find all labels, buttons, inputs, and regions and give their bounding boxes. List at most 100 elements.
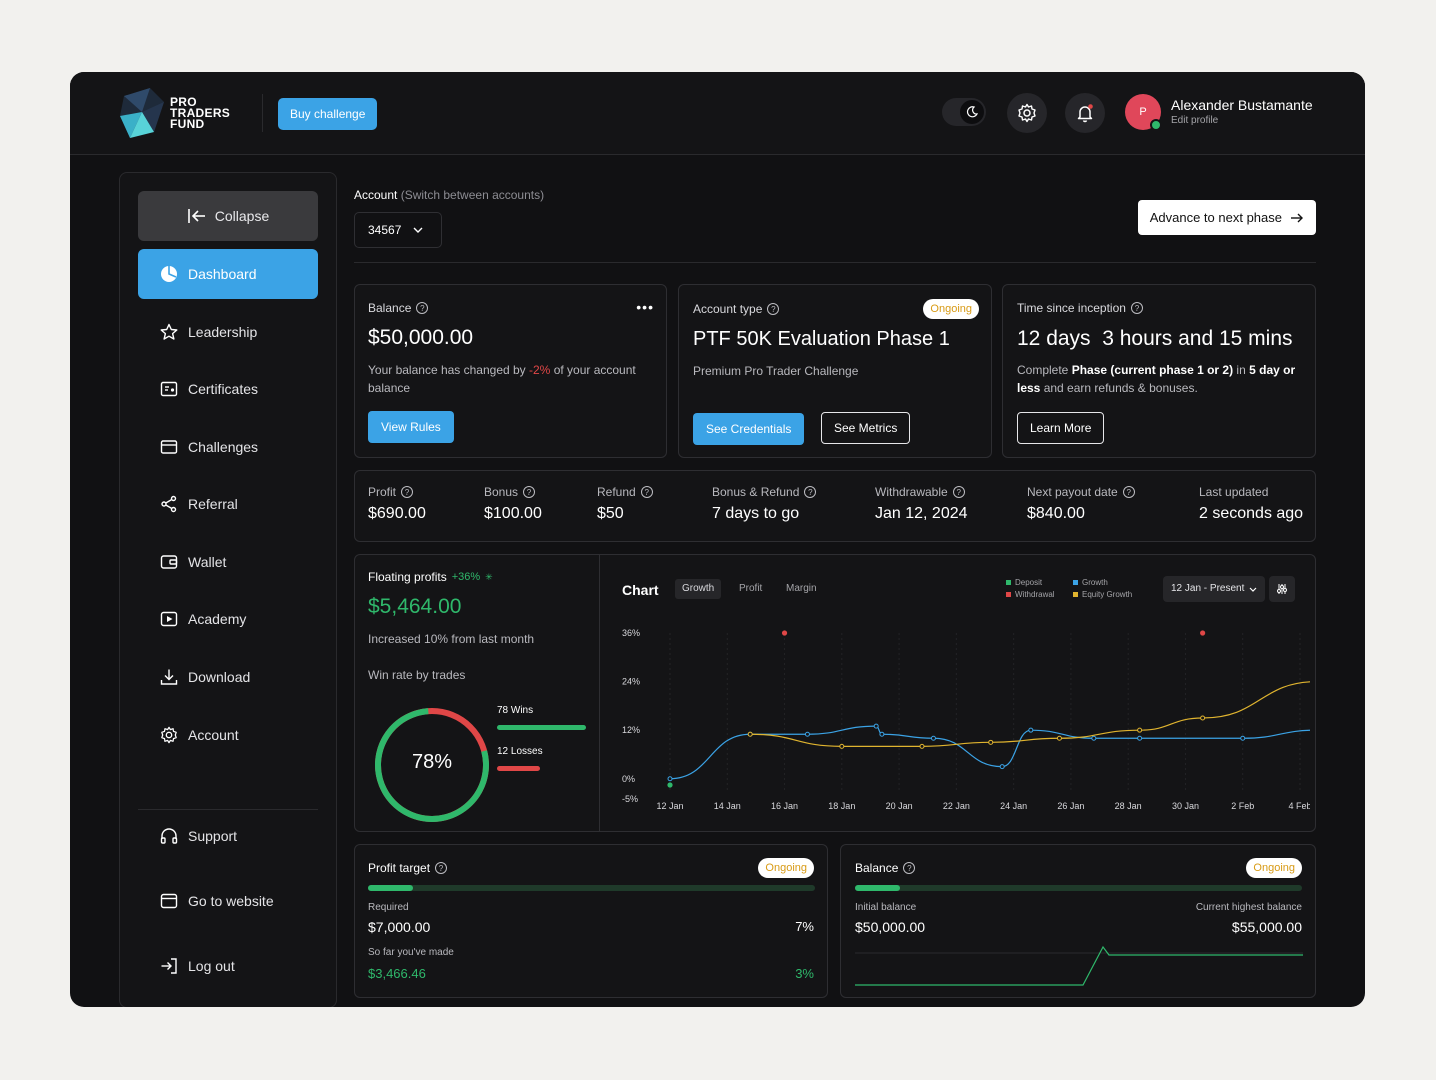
tab-growth[interactable]: Growth [675, 579, 722, 599]
inception-title-text: Time since inception [1017, 301, 1126, 315]
moon-icon [960, 100, 984, 124]
floating-title: Floating profits +36% ✳ [368, 570, 493, 584]
edit-profile-link[interactable]: Edit profile [1171, 115, 1218, 126]
data-point [1028, 727, 1034, 733]
sidebar-item-leadership[interactable]: Leadership [138, 307, 318, 357]
see-metrics-button[interactable]: See Metrics [821, 412, 911, 444]
stat-label-text: Profit [368, 485, 397, 499]
top-bar: PRO TRADERS FUND Buy challenge P Alexand… [70, 72, 1365, 155]
tab-margin[interactable]: Margin [786, 579, 817, 599]
account-select[interactable]: 34567 [354, 212, 442, 248]
stat-withdrawable: Withdrawable? Jan 12, 2024 [875, 485, 968, 523]
sliders-icon [1277, 584, 1287, 594]
initial-balance-label: Initial balance [855, 902, 917, 913]
floating-title-text: Floating profits [368, 570, 447, 584]
chevron-down-icon [1249, 587, 1257, 592]
wins-bar [497, 725, 586, 730]
balance-progress [855, 885, 1302, 891]
help-icon[interactable]: ? [435, 862, 448, 874]
inception-card: Time since inception? 12 days 3 hours an… [1002, 284, 1316, 458]
sidebar-item-support[interactable]: Support [138, 811, 318, 861]
stat-label-text: Refund [597, 485, 636, 499]
account-type-title-text: Account type [693, 302, 763, 316]
balance-description: Your balance has changed by -2% of your … [368, 361, 653, 397]
avatar[interactable]: P [1125, 94, 1162, 131]
sidebar-item-wallet[interactable]: Wallet [138, 537, 318, 587]
y-tick-label: 24% [622, 677, 640, 687]
progress-fill [368, 885, 413, 891]
help-icon[interactable]: ? [523, 486, 536, 498]
buy-challenge-button[interactable]: Buy challenge [278, 98, 378, 130]
data-point [999, 764, 1005, 770]
balance-value: $50,000.00 [368, 326, 474, 349]
view-rules-button[interactable]: View Rules [368, 411, 454, 443]
sidebar-item-challenges[interactable]: Challenges [138, 422, 318, 472]
stat-label: Withdrawable? [875, 485, 968, 499]
help-icon[interactable]: ? [401, 486, 414, 498]
logo[interactable]: PRO TRADERS FUND [120, 88, 230, 138]
stat-label: Next payout date? [1027, 485, 1135, 499]
sidebar-item-referral[interactable]: Referral [138, 479, 318, 529]
sidebar-item-account[interactable]: Account [138, 710, 318, 760]
highest-balance-label: Current highest balance [1195, 902, 1302, 913]
collapse-label: Collapse [214, 208, 270, 224]
help-icon[interactable]: ? [1122, 486, 1135, 498]
notifications-button[interactable] [1065, 93, 1105, 133]
card-icon [160, 440, 178, 454]
sidebar-item-log-out[interactable]: Log out [138, 941, 318, 991]
inception-desc-mid: in [1233, 363, 1250, 377]
required-pct: 7% [795, 919, 814, 934]
data-point [930, 735, 936, 741]
sidebar-item-dashboard[interactable]: Dashboard [138, 249, 318, 299]
settings-button[interactable] [1007, 93, 1047, 133]
data-point [839, 743, 845, 749]
stat-label-text: Bonus & Refund [712, 485, 800, 499]
data-point [1091, 735, 1097, 741]
inception-description: Complete Phase (current phase 1 or 2) in… [1017, 361, 1309, 397]
account-type-sub: Premium Pro Trader Challenge [693, 364, 859, 378]
chart-title: Chart [622, 582, 659, 598]
sidebar-item-certificates[interactable]: Certificates [138, 364, 318, 414]
help-icon[interactable]: ? [903, 862, 916, 874]
learn-more-button[interactable]: Learn More [1017, 412, 1105, 444]
see-credentials-button[interactable]: See Credentials [693, 413, 805, 445]
balance-sparkline [855, 945, 1303, 986]
data-point [1056, 735, 1062, 741]
collapse-button[interactable]: Collapse [138, 191, 318, 241]
losses-bar [497, 766, 540, 771]
chart-legend: Deposit Withdrawal [1006, 577, 1055, 601]
stat-label: Refund? [597, 485, 653, 499]
date-range-select[interactable]: 12 Jan - Present [1163, 576, 1266, 602]
withdrawal-point [781, 630, 788, 636]
inception-value: 12 days 3 hours and 15 mins [1017, 327, 1293, 350]
chart-filter-button[interactable] [1269, 576, 1295, 602]
help-icon[interactable]: ? [804, 486, 817, 498]
logout-icon [161, 958, 177, 974]
data-point [747, 731, 753, 737]
sidebar-item-go-to-website[interactable]: Go to website [138, 876, 318, 926]
advance-phase-button[interactable]: Advance to next phase [1137, 200, 1316, 235]
stat-last-updated: Last updated 2 seconds ago [1199, 485, 1303, 523]
sidebar-item-label: Dashboard [188, 266, 257, 282]
series-line-growth [669, 725, 1310, 780]
help-icon[interactable]: ? [640, 486, 653, 498]
sidebar-item-download[interactable]: Download [138, 652, 318, 702]
tab-profit[interactable]: Profit [739, 579, 762, 599]
balance-title: Balance? [368, 301, 429, 315]
help-icon[interactable]: ? [416, 302, 429, 314]
help-icon[interactable]: ? [767, 303, 780, 315]
more-options-icon[interactable]: ••• [636, 299, 654, 315]
stat-label: Last updated [1199, 485, 1303, 499]
legend-deposit: Deposit [1006, 577, 1055, 589]
advance-phase-label: Advance to next phase [1149, 210, 1282, 225]
sidebar-item-academy[interactable]: Academy [138, 594, 318, 644]
help-icon[interactable]: ? [1130, 302, 1143, 314]
sidebar-item-label: Challenges [188, 439, 259, 455]
stat-label-text: Bonus [484, 485, 519, 499]
balance-progress-card: Balance? Ongoing Initial balance $50,000… [840, 844, 1316, 998]
stat-value: 2 seconds ago [1199, 505, 1304, 522]
theme-toggle[interactable] [942, 98, 986, 126]
profit-target-title: Profit target? [368, 861, 448, 875]
help-icon[interactable]: ? [952, 486, 965, 498]
chart-legend-2: Growth Equity Growth [1073, 577, 1132, 601]
